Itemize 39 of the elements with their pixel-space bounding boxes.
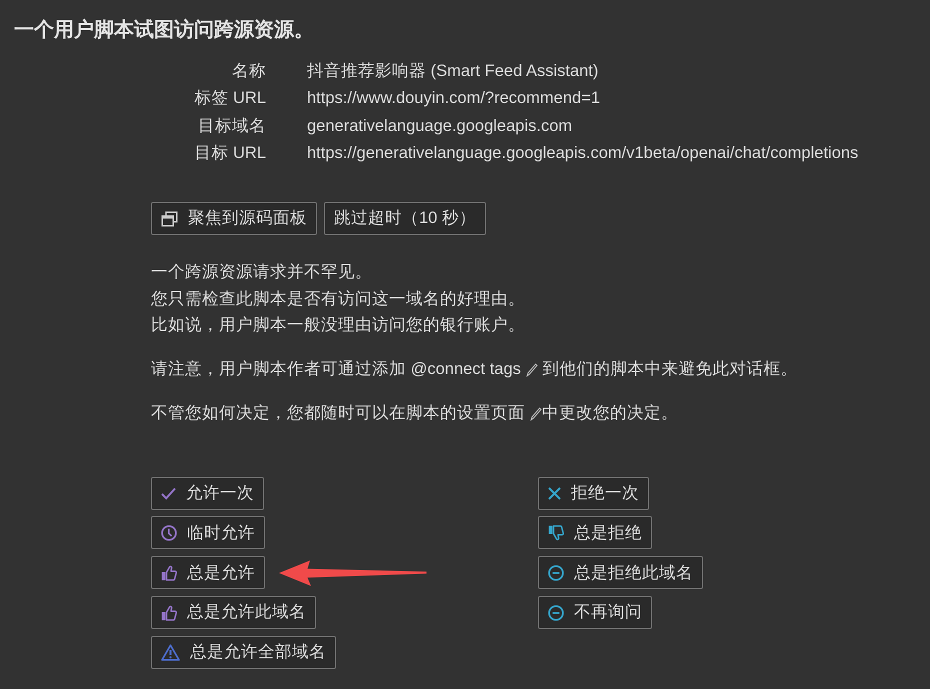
- pencil-icon: [526, 362, 538, 377]
- deny-domain-button[interactable]: 总是拒绝此域名: [538, 556, 703, 590]
- stacked-windows-icon: [161, 210, 178, 227]
- pencil-icon: [530, 406, 542, 421]
- notice-text: 不管您如何决定，您都随时可以在脚本的设置页面 中更改您的决定。: [151, 400, 916, 427]
- clock-icon: [161, 524, 177, 541]
- always-allow-button[interactable]: 总是允许: [151, 556, 265, 590]
- detail-label: 目标域名: [198, 116, 266, 137]
- notice-text: 您只需检查此脚本是否有访问这一域名的好理由。: [151, 288, 526, 310]
- focus-source-button[interactable]: 聚焦到源码面板: [151, 202, 317, 236]
- notice-text: 一个跨源资源请求并不罕见。: [151, 262, 373, 284]
- warning-icon: [161, 644, 180, 661]
- notice-text: 请注意，用户脚本作者可通过添加 @connect tags 到他们的脚本中来避免此对话框。: [151, 356, 916, 383]
- allow-once-button[interactable]: 允许一次: [151, 476, 264, 510]
- deny-once-button[interactable]: 拒绝一次: [538, 476, 649, 510]
- help-link[interactable]: 设置页面: [457, 400, 542, 427]
- thumbs-up-icon: [161, 604, 177, 621]
- detail-value: 抖音推荐影响器 (Smart Feed Assistant): [307, 61, 598, 82]
- allow-domain-button[interactable]: 总是允许此域名: [151, 596, 316, 630]
- help-link[interactable]: @connect tags: [410, 356, 538, 383]
- notice-text: 比如说，用户脚本一般没理由访问您的银行账户。: [151, 315, 526, 336]
- detail-value: https://generativelanguage.googleapis.com/v1beta/openai/chat/completions: [307, 142, 858, 164]
- detail-label: 名称: [232, 61, 266, 82]
- allow-all-domains-button[interactable]: 总是允许全部域名: [151, 636, 336, 669]
- dialog-title: 一个用户脚本试图访问跨源资源。: [14, 18, 315, 43]
- detail-label: 目标 URL: [194, 142, 266, 164]
- thumbs-down-icon: [548, 524, 564, 541]
- check-icon: [161, 486, 176, 500]
- always-deny-button[interactable]: 总是拒绝: [538, 516, 652, 550]
- detail-label: 标签 URL: [194, 88, 266, 110]
- detail-value: generativelanguage.googleapis.com: [307, 116, 572, 137]
- minus-circle-icon: [548, 564, 564, 581]
- detail-value: https://www.douyin.com/?recommend=1: [307, 88, 600, 110]
- skip-timeout-button[interactable]: 跳过超时（10 秒）: [324, 202, 486, 236]
- thumbs-up-icon: [161, 564, 177, 581]
- allow-temporarily-button[interactable]: 临时允许: [151, 516, 265, 550]
- cross-icon: [548, 486, 561, 500]
- never-ask-button[interactable]: 不再询问: [538, 596, 652, 630]
- minus-circle-icon: [548, 604, 564, 621]
